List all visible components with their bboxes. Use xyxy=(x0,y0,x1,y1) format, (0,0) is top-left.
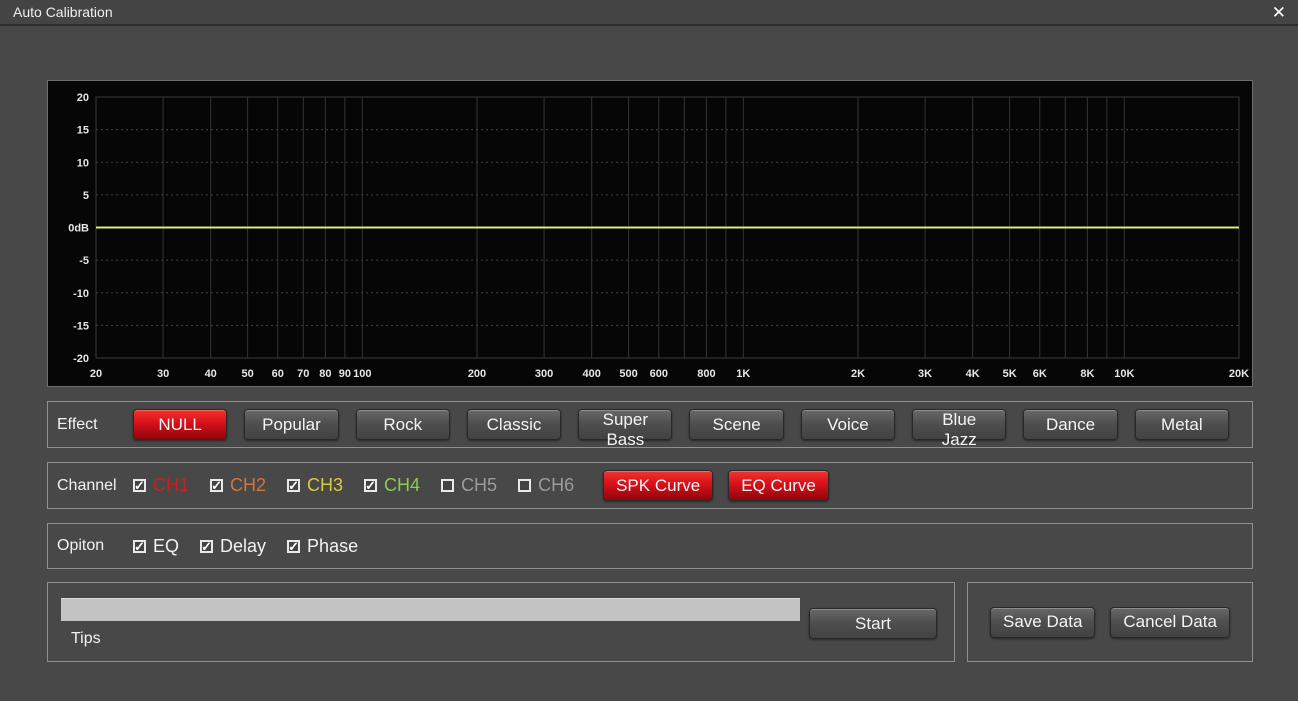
svg-text:1K: 1K xyxy=(736,368,750,380)
svg-text:0dB: 0dB xyxy=(68,223,89,235)
tips-label: Tips xyxy=(71,630,101,647)
frequency-response-chart: 20 15 10 5 0dB -5 -10 -15 -20 20 30 40 50 60 70 80 90 100… xyxy=(47,80,1253,387)
effect-panel: Effect NULL Popular Rock Classic Super Bass S… xyxy=(47,401,1253,449)
option-panel: Opiton ✓ EQ ✓ Delay ✓ Phase xyxy=(47,523,1253,569)
svg-text:20K: 20K xyxy=(1229,368,1249,380)
channel-checkbox-ch1[interactable]: ✓ CH1 xyxy=(133,475,189,496)
close-icon[interactable]: ✕ xyxy=(1272,2,1286,24)
checkbox-icon: ✓ xyxy=(287,538,301,554)
start-button[interactable]: Start xyxy=(809,608,937,639)
channel-label-ch2: CH2 xyxy=(230,475,267,495)
window-title: Auto Calibration xyxy=(13,4,113,20)
option-checkbox-delay[interactable]: ✓ Delay xyxy=(200,536,266,557)
svg-text:100: 100 xyxy=(353,368,371,380)
effect-button-scene[interactable]: Scene xyxy=(689,409,784,440)
checkbox-icon: ✓ xyxy=(287,478,301,493)
effect-button-metal[interactable]: Metal xyxy=(1134,409,1229,440)
channel-label-ch1: CH1 xyxy=(153,475,190,495)
svg-text:5: 5 xyxy=(83,190,89,202)
svg-text:500: 500 xyxy=(619,368,637,380)
svg-text:60: 60 xyxy=(272,368,284,380)
channel-checkbox-ch2[interactable]: ✓ CH2 xyxy=(210,475,266,496)
svg-text:200: 200 xyxy=(468,368,486,380)
svg-text:90: 90 xyxy=(339,368,351,380)
option-checkboxes: ✓ EQ ✓ Delay ✓ Phase xyxy=(133,536,379,557)
svg-text:2K: 2K xyxy=(851,368,865,380)
effect-button-classic[interactable]: Classic xyxy=(466,409,562,440)
checkbox-icon xyxy=(441,479,455,492)
effect-button-super-bass[interactable]: Super Bass xyxy=(578,409,673,449)
svg-text:15: 15 xyxy=(77,125,89,137)
checkbox-icon: ✓ xyxy=(364,478,378,493)
effect-button-rock[interactable]: Rock xyxy=(355,409,450,440)
effect-button-blue-jazz[interactable]: Blue Jazz xyxy=(912,409,1007,449)
option-checkbox-phase[interactable]: ✓ Phase xyxy=(287,536,358,557)
effect-label: Effect xyxy=(57,415,98,433)
checkbox-icon: ✓ xyxy=(200,538,214,554)
svg-text:80: 80 xyxy=(319,368,331,380)
auto-calibration-window: Auto Calibration ✕ 20 15 10 5 0dB -5 -10 -15 -20… xyxy=(0,0,1298,701)
checkbox-icon: ✓ xyxy=(210,478,224,493)
curve-buttons: SPK Curve EQ Curve xyxy=(603,470,829,501)
effect-buttons: NULL Popular Rock Classic Super Bass Scene Voi… xyxy=(133,409,1252,449)
svg-text:10K: 10K xyxy=(1114,368,1134,380)
option-label-eq: EQ xyxy=(153,535,180,556)
save-data-button[interactable]: Save Data xyxy=(990,606,1096,638)
effect-button-dance[interactable]: Dance xyxy=(1023,409,1118,440)
option-label-delay: Delay xyxy=(220,535,267,556)
eq-curve-button[interactable]: EQ Curve xyxy=(728,470,829,501)
option-label: Opiton xyxy=(57,537,105,554)
checkbox-icon: ✓ xyxy=(133,478,146,493)
svg-text:5K: 5K xyxy=(1003,368,1017,380)
spk-curve-button[interactable]: SPK Curve xyxy=(603,470,714,501)
checkbox-icon xyxy=(518,479,532,492)
effect-button-voice[interactable]: Voice xyxy=(800,409,896,440)
actions-panel: Save Data Cancel Data xyxy=(967,582,1253,662)
progress-bar xyxy=(61,598,800,621)
checkbox-icon: ✓ xyxy=(133,538,146,554)
svg-text:-5: -5 xyxy=(79,255,89,267)
svg-text:400: 400 xyxy=(583,368,601,380)
svg-text:8K: 8K xyxy=(1080,368,1094,380)
svg-text:-15: -15 xyxy=(73,320,89,332)
channel-label: Channel xyxy=(57,476,117,494)
channel-checkbox-ch3[interactable]: ✓ CH3 xyxy=(287,475,343,496)
progress-panel: Tips Start xyxy=(47,582,955,662)
svg-text:-20: -20 xyxy=(73,353,89,365)
channel-checkbox-ch5[interactable]: CH5 xyxy=(441,475,497,496)
channel-label-ch6: CH6 xyxy=(538,475,575,495)
svg-text:50: 50 xyxy=(241,368,253,380)
svg-text:4K: 4K xyxy=(966,368,980,380)
channel-label-ch5: CH5 xyxy=(461,475,498,495)
option-checkbox-eq[interactable]: ✓ EQ xyxy=(133,536,179,557)
svg-text:20: 20 xyxy=(77,92,89,104)
svg-text:3K: 3K xyxy=(918,368,932,380)
option-label-phase: Phase xyxy=(307,535,359,556)
channel-label-ch3: CH3 xyxy=(307,475,344,495)
channel-panel: Channel ✓ CH1 ✓ CH2 ✓ CH3 ✓ CH4 CH5 CH6 SPK Curve… xyxy=(47,462,1253,509)
cancel-data-button[interactable]: Cancel Data xyxy=(1110,606,1230,638)
svg-text:10: 10 xyxy=(77,157,89,169)
svg-text:800: 800 xyxy=(697,368,715,380)
chart-svg: 20151050dB-5-10-15-2020 30 40 50 60 70 80 90 100… xyxy=(68,92,1249,380)
channel-checkboxes: ✓ CH1 ✓ CH2 ✓ CH3 ✓ CH4 CH5 CH6 xyxy=(133,475,595,496)
svg-text:20: 20 xyxy=(90,368,102,380)
effect-button-popular[interactable]: Popular xyxy=(244,409,339,440)
effect-button-null[interactable]: NULL xyxy=(133,409,228,440)
svg-text:-10: -10 xyxy=(73,288,89,300)
svg-text:30: 30 xyxy=(157,368,169,380)
channel-label-ch4: CH4 xyxy=(384,475,421,495)
svg-text:300: 300 xyxy=(535,368,553,380)
svg-text:40: 40 xyxy=(205,368,217,380)
svg-text:70: 70 xyxy=(297,368,309,380)
title-bar: Auto Calibration ✕ xyxy=(0,0,1298,26)
svg-text:600: 600 xyxy=(650,368,668,380)
channel-checkbox-ch4[interactable]: ✓ CH4 xyxy=(364,475,420,496)
svg-text:6K: 6K xyxy=(1033,368,1047,380)
channel-checkbox-ch6[interactable]: CH6 xyxy=(518,475,574,496)
